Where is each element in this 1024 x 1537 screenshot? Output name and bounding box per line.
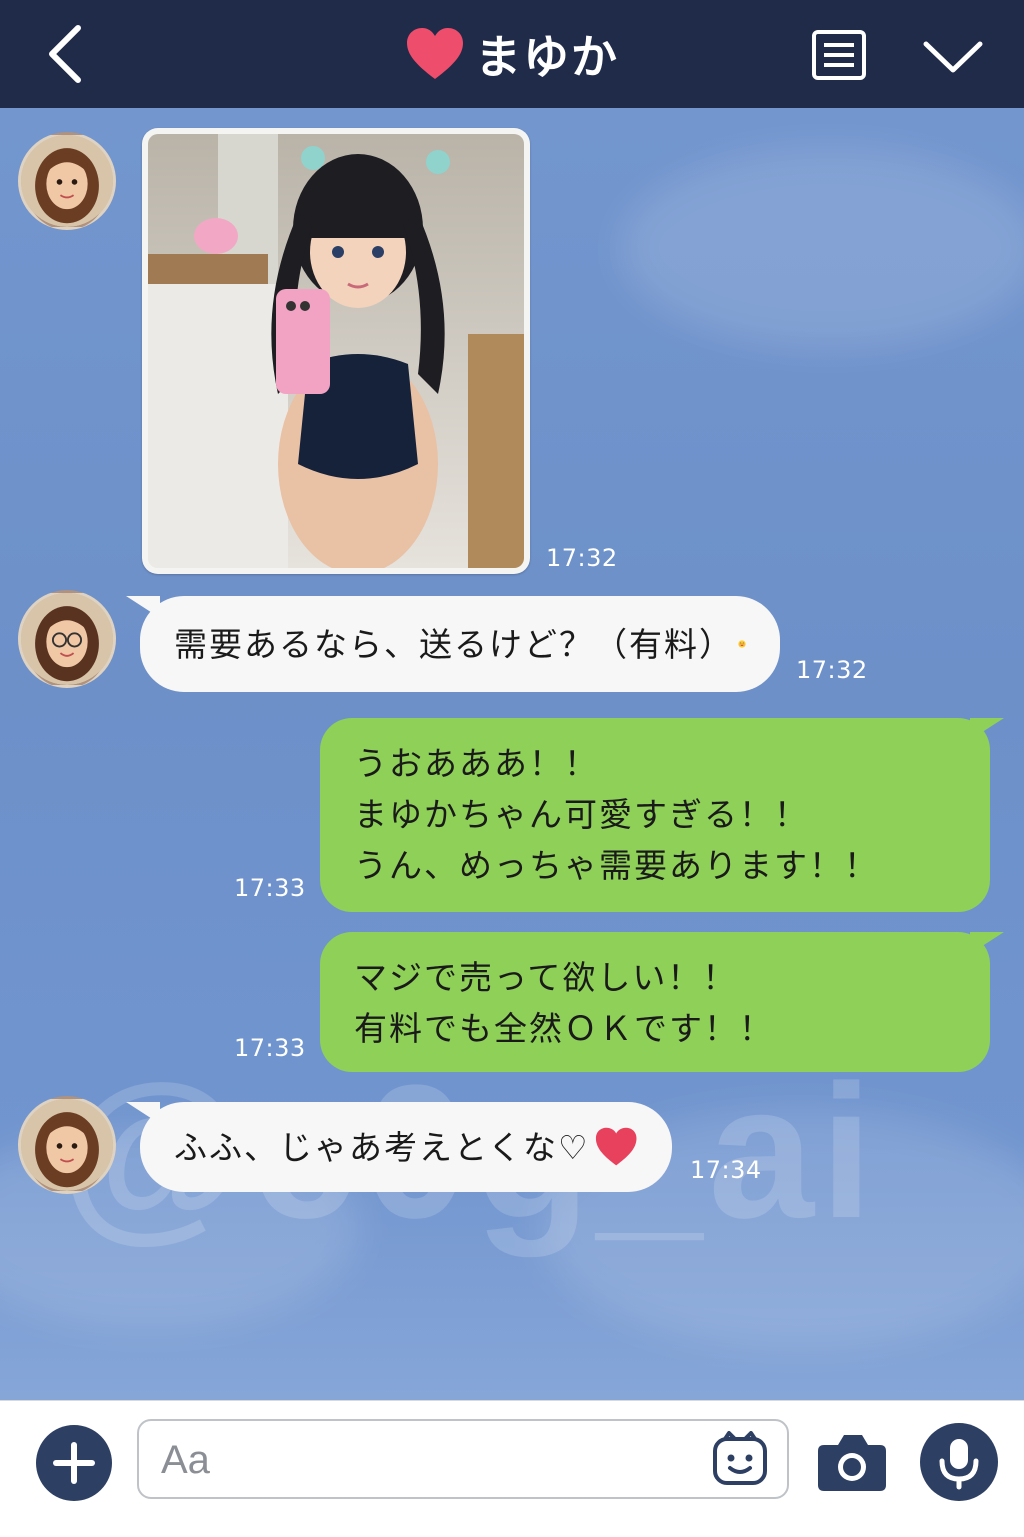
more-button[interactable]: [920, 34, 986, 80]
message-text-line: 有料でも全然ＯＫです！！: [354, 1009, 774, 1048]
plus-button[interactable]: [36, 1425, 112, 1501]
message-input-field[interactable]: [137, 1419, 789, 1499]
message-bubble-incoming[interactable]: 需要あるなら、送るけど？（有料）: [126, 596, 780, 692]
menu-button[interactable]: [810, 28, 868, 82]
chat-header: まゆか: [0, 0, 1024, 108]
avatar[interactable]: [18, 1096, 116, 1194]
message-bubble-incoming[interactable]: ふふ、じゃあ考えとくな♡: [126, 1102, 672, 1192]
message-bubble-outgoing[interactable]: マジで売って欲しい！！ 有料でも全然ＯＫです！！: [320, 932, 1004, 1072]
message-text: ふふ、じゃあ考えとくな♡: [174, 1127, 590, 1167]
chevron-down-icon: [923, 41, 983, 73]
message-time: 17:32: [796, 656, 868, 684]
chat-title-group: まゆか: [0, 20, 1024, 88]
avatar-portrait: [21, 1099, 113, 1191]
message-time: 17:32: [546, 544, 618, 572]
sticker-button[interactable]: [711, 1431, 769, 1489]
microphone-button[interactable]: [920, 1423, 998, 1501]
plus-icon: [53, 1442, 95, 1484]
sticker-face-icon: [713, 1431, 767, 1485]
image-message[interactable]: [142, 128, 530, 574]
avatar[interactable]: [18, 132, 116, 230]
heart-icon: [594, 1124, 638, 1170]
background-cloud: [620, 148, 1024, 348]
message-text-line: うん、めっちゃ需要あります！！: [354, 846, 879, 885]
avatar-portrait: [21, 135, 113, 227]
list-icon: [812, 30, 866, 80]
chat-title: まゆか: [475, 30, 619, 84]
message-text-line: まゆかちゃん可愛すぎる！！: [354, 795, 809, 834]
message-time: 17:34: [690, 1156, 762, 1184]
heart-icon: [407, 28, 463, 79]
message-bubble-outgoing[interactable]: うおあああ！！ まゆかちゃん可愛すぎる！！ うん、めっちゃ需要あります！！: [320, 718, 1004, 912]
message-time: 17:33: [234, 874, 306, 902]
message-text: 需要あるなら、送るけど？（有料）: [174, 624, 734, 664]
photo-image: [148, 134, 524, 568]
message-text-line: マジで売って欲しい！！: [354, 958, 738, 997]
camera-icon: [818, 1435, 886, 1491]
message-input[interactable]: [159, 1427, 703, 1493]
avatar[interactable]: [18, 590, 116, 688]
message-time: 17:33: [234, 1034, 306, 1062]
message-text-line: うおあああ！！: [354, 744, 599, 783]
camera-button[interactable]: [816, 1429, 888, 1493]
input-bar: [0, 1400, 1024, 1537]
wink-face-icon: [738, 621, 746, 667]
image-thumbnail: [148, 134, 524, 568]
microphone-icon: [939, 1439, 979, 1490]
avatar-portrait: [21, 593, 113, 685]
